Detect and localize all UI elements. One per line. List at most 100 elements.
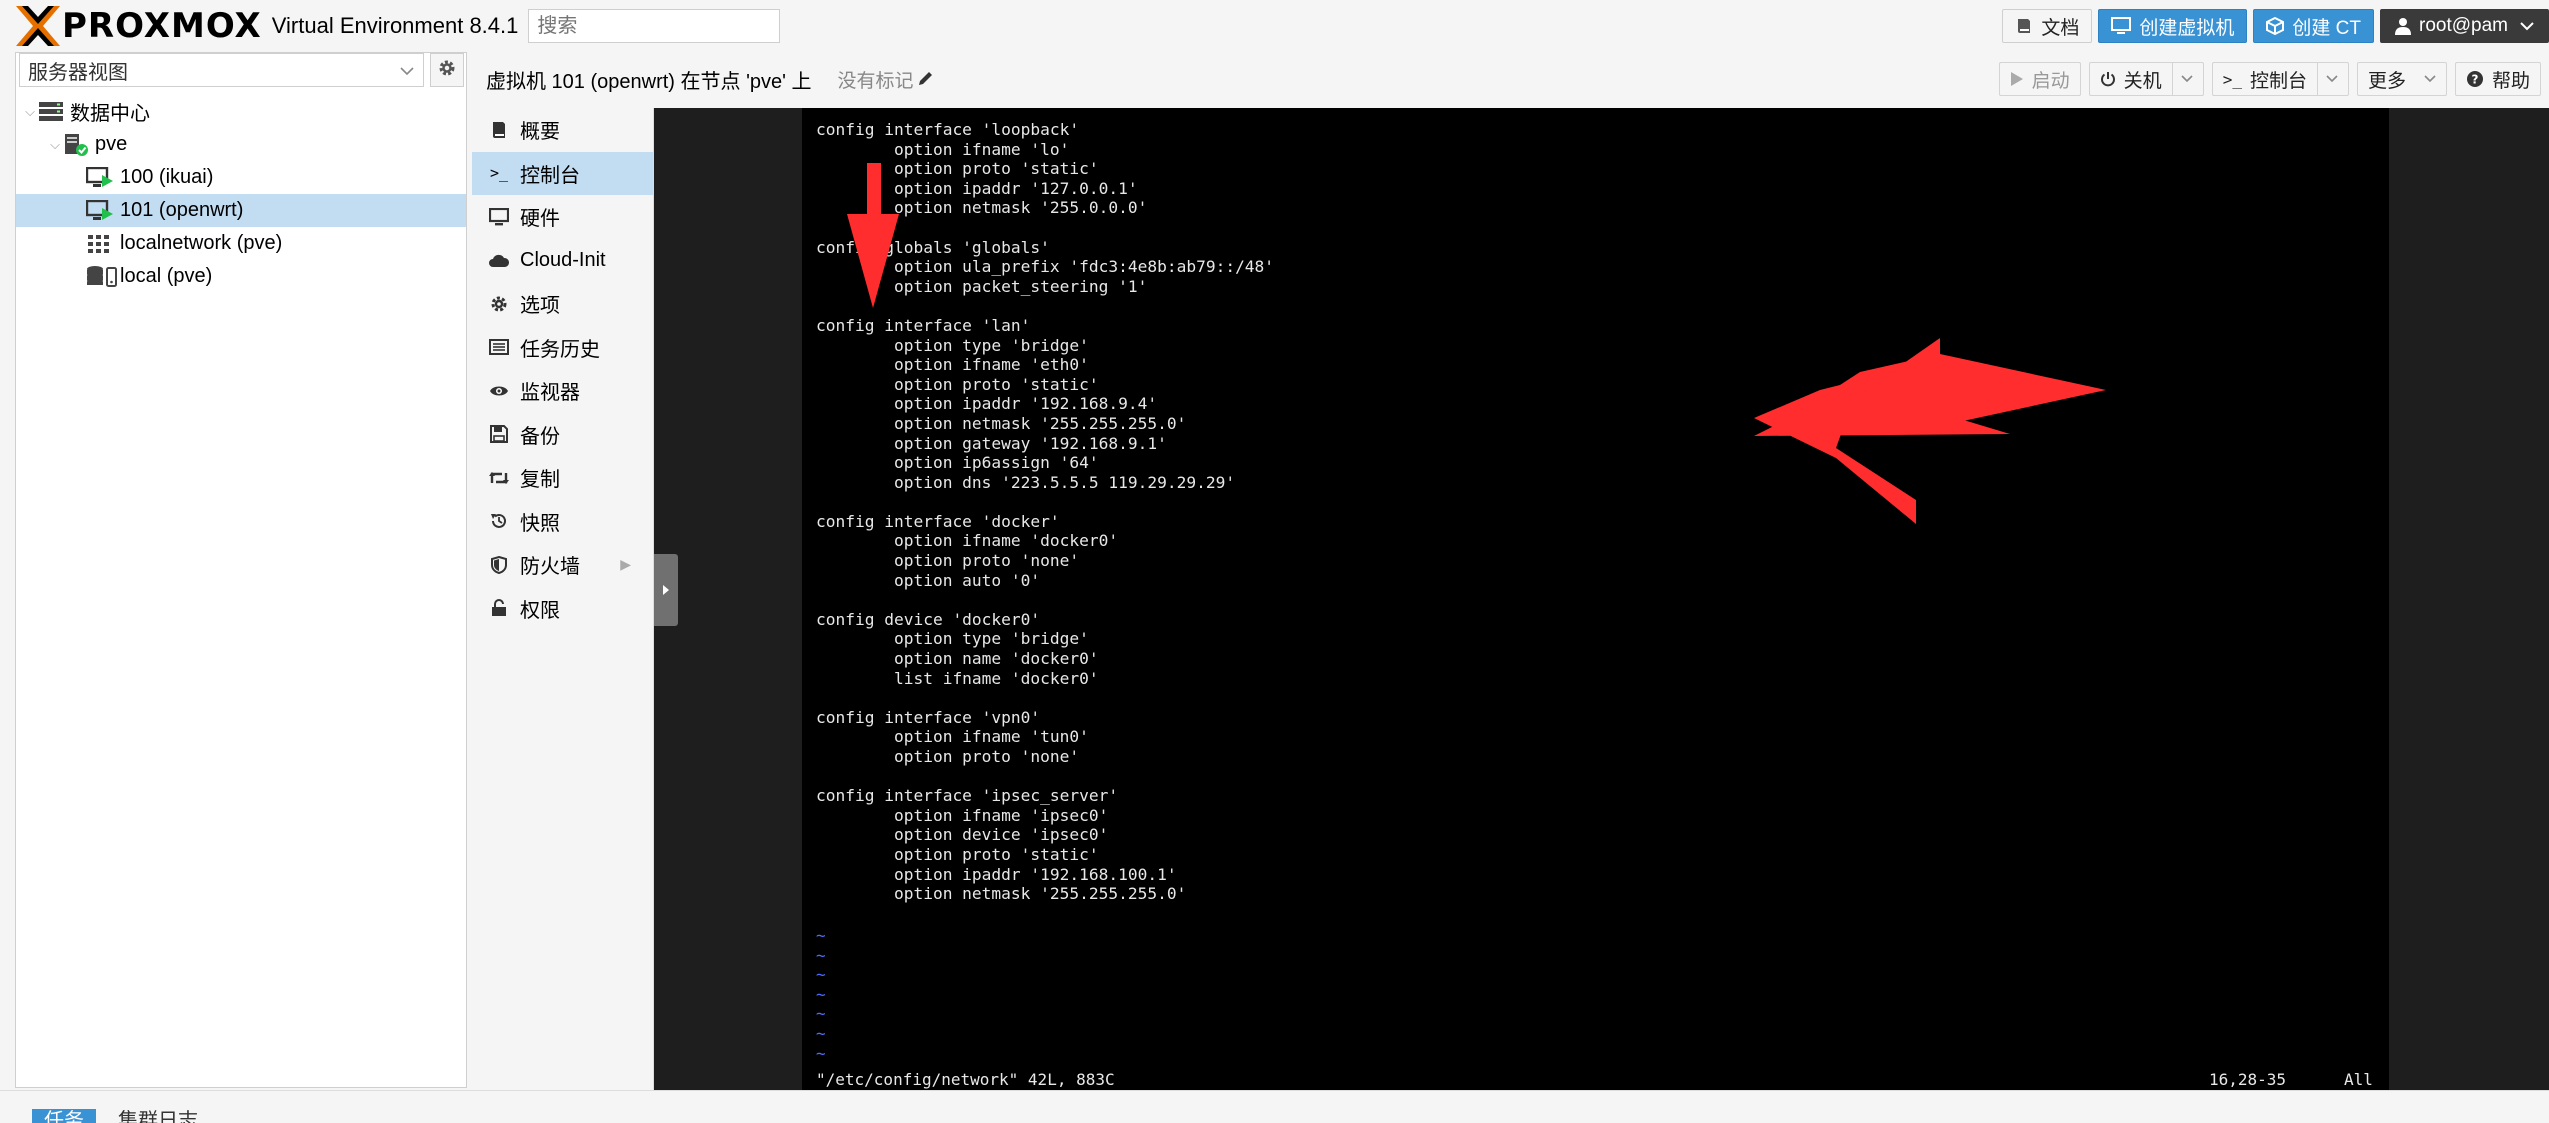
more-button[interactable]: 更多 bbox=[2356, 62, 2447, 96]
vnc-console[interactable]: config interface 'loopback' option ifnam… bbox=[654, 108, 2549, 1090]
docs-button[interactable]: 文档 bbox=[2002, 9, 2093, 43]
resource-tree-panel: 服务器视图 ⌵ 数据中心 ⌵ pve 100 (ikuai) 101 (open… bbox=[15, 52, 467, 1088]
more-label: 更多 bbox=[2367, 70, 2406, 92]
nav-label: 权限 bbox=[520, 599, 560, 622]
gear-icon bbox=[437, 58, 457, 83]
view-selector[interactable]: 服务器视图 bbox=[19, 53, 424, 87]
tree-node-label: local (pve) bbox=[120, 265, 213, 287]
tree-node-label: 数据中心 bbox=[70, 103, 150, 125]
nav-summary[interactable]: 概要 bbox=[472, 108, 653, 152]
shutdown-label: 关机 bbox=[2123, 70, 2162, 92]
shutdown-button[interactable]: 关机 bbox=[2088, 62, 2204, 96]
collapse-icon[interactable]: ⌵ bbox=[22, 104, 38, 120]
save-icon bbox=[488, 425, 510, 444]
top-right-toolbar: 文档 创建虚拟机 创建 CT root@pam bbox=[2002, 9, 2549, 43]
tree-node-label: localnetwork (pve) bbox=[120, 232, 283, 254]
tree-node-local-storage[interactable]: local (pve) bbox=[16, 260, 466, 293]
create-ct-label: 创建 CT bbox=[2292, 17, 2361, 39]
vm-running-icon bbox=[86, 166, 114, 189]
power-icon bbox=[2100, 71, 2116, 87]
nav-label: Cloud-Init bbox=[520, 248, 606, 271]
tree-node-datacenter[interactable]: ⌵ 数据中心 bbox=[16, 95, 466, 128]
gear-icon bbox=[488, 295, 510, 313]
vm-running-icon bbox=[86, 199, 114, 222]
lock-icon bbox=[488, 599, 510, 617]
tree-node-vm-100[interactable]: 100 (ikuai) bbox=[16, 161, 466, 194]
logo-wordmark: PROXMOX bbox=[62, 6, 262, 46]
product-version: Virtual Environment 8.4.1 bbox=[271, 13, 519, 38]
play-icon bbox=[2010, 71, 2024, 87]
user-menu-button[interactable]: root@pam bbox=[2380, 9, 2549, 43]
vm-nav-menu: 概要 >_ 控制台 硬件 Cloud-Init 选项 任务历史 监视器 备份 复… bbox=[472, 108, 654, 1090]
nav-label: 选项 bbox=[520, 295, 560, 318]
server-icon bbox=[38, 101, 64, 123]
console-label: 控制台 bbox=[2249, 70, 2307, 92]
create-vm-button[interactable]: 创建虚拟机 bbox=[2098, 9, 2248, 43]
tree-node-pve[interactable]: ⌵ pve bbox=[16, 128, 466, 161]
tab-tasks[interactable]: 任务 bbox=[32, 1109, 96, 1123]
nav-permissions[interactable]: 权限 bbox=[472, 587, 653, 631]
console-button[interactable]: >_ 控制台 bbox=[2211, 62, 2349, 96]
nav-replication[interactable]: 复制 bbox=[472, 456, 653, 500]
top-bar: PROXMOX Virtual Environment 8.4.1 文档 创建虚… bbox=[0, 0, 2549, 52]
tree-node-label: 100 (ikuai) bbox=[120, 166, 214, 188]
book-icon bbox=[2015, 17, 2033, 35]
chevron-down-icon bbox=[2416, 62, 2436, 96]
monitor-icon bbox=[2111, 17, 2132, 35]
create-ct-button[interactable]: 创建 CT bbox=[2253, 9, 2374, 43]
chevron-down-icon bbox=[399, 62, 415, 85]
start-button[interactable]: 启动 bbox=[1998, 62, 2081, 96]
nav-snapshots[interactable]: 快照 bbox=[472, 500, 653, 544]
tree-settings-button[interactable] bbox=[430, 53, 464, 87]
chevron-down-icon[interactable] bbox=[2171, 62, 2193, 96]
proxmox-window: PROXMOX Virtual Environment 8.4.1 文档 创建虚… bbox=[0, 0, 2549, 1123]
list-icon bbox=[488, 339, 510, 356]
chevron-down-icon[interactable] bbox=[2316, 62, 2338, 96]
nav-console[interactable]: >_ 控制台 bbox=[472, 151, 653, 195]
search-input[interactable] bbox=[528, 9, 781, 43]
docs-label: 文档 bbox=[2041, 17, 2080, 39]
vm-action-toolbar: 启动 关机 >_ 控制台 更多 ? 帮助 bbox=[1998, 62, 2541, 96]
vm-tags[interactable]: 没有标记 bbox=[838, 66, 934, 93]
terminal-icon: >_ bbox=[2222, 69, 2242, 89]
nav-task-history[interactable]: 任务历史 bbox=[472, 326, 653, 370]
chevron-down-icon bbox=[2520, 21, 2534, 31]
chevron-right-icon bbox=[663, 585, 669, 595]
shield-icon bbox=[488, 555, 510, 574]
user-label: root@pam bbox=[2419, 15, 2508, 36]
tags-label: 没有标记 bbox=[837, 70, 914, 92]
console-margin-right bbox=[2389, 108, 2549, 1090]
collapse-icon[interactable]: ⌵ bbox=[47, 137, 63, 153]
terminal-icon: >_ bbox=[489, 164, 509, 183]
create-vm-label: 创建虚拟机 bbox=[2139, 17, 2235, 39]
tab-cluster-log[interactable]: 集群日志 bbox=[106, 1109, 210, 1123]
nav-firewall[interactable]: 防火墙 ▶ bbox=[472, 543, 653, 587]
cube-icon bbox=[2266, 17, 2285, 35]
terminal-text: config interface 'loopback' option ifnam… bbox=[816, 120, 1275, 904]
start-label: 启动 bbox=[2031, 70, 2070, 92]
tree-node-label: 101 (openwrt) bbox=[120, 199, 244, 221]
nav-cloud-init[interactable]: Cloud-Init bbox=[472, 239, 653, 283]
nav-label: 复制 bbox=[520, 469, 560, 492]
help-button[interactable]: ? 帮助 bbox=[2454, 62, 2541, 96]
resource-tree: ⌵ 数据中心 ⌵ pve 100 (ikuai) 101 (openwrt) l… bbox=[16, 95, 466, 293]
chevron-right-icon[interactable]: ▶ bbox=[620, 556, 631, 573]
nav-backup[interactable]: 备份 bbox=[472, 413, 653, 457]
cloud-icon bbox=[488, 252, 510, 268]
nav-label: 备份 bbox=[520, 425, 560, 448]
proxmox-logo[interactable]: PROXMOX bbox=[16, 0, 262, 52]
nav-monitor[interactable]: 监视器 bbox=[472, 369, 653, 413]
console-sidebar-handle[interactable] bbox=[654, 554, 678, 626]
node-online-icon bbox=[63, 133, 89, 157]
storage-icon bbox=[86, 265, 118, 289]
tree-node-vm-101[interactable]: 101 (openwrt) bbox=[16, 194, 466, 227]
help-label: 帮助 bbox=[2491, 70, 2530, 92]
nav-label: 任务历史 bbox=[520, 338, 600, 361]
view-selector-value: 服务器视图 bbox=[28, 61, 128, 84]
user-icon bbox=[2395, 17, 2411, 35]
nav-label: 快照 bbox=[520, 512, 560, 535]
nav-hardware[interactable]: 硬件 bbox=[472, 195, 653, 239]
pencil-icon[interactable] bbox=[916, 70, 934, 88]
tree-node-localnetwork[interactable]: localnetwork (pve) bbox=[16, 227, 466, 260]
nav-options[interactable]: 选项 bbox=[472, 282, 653, 326]
